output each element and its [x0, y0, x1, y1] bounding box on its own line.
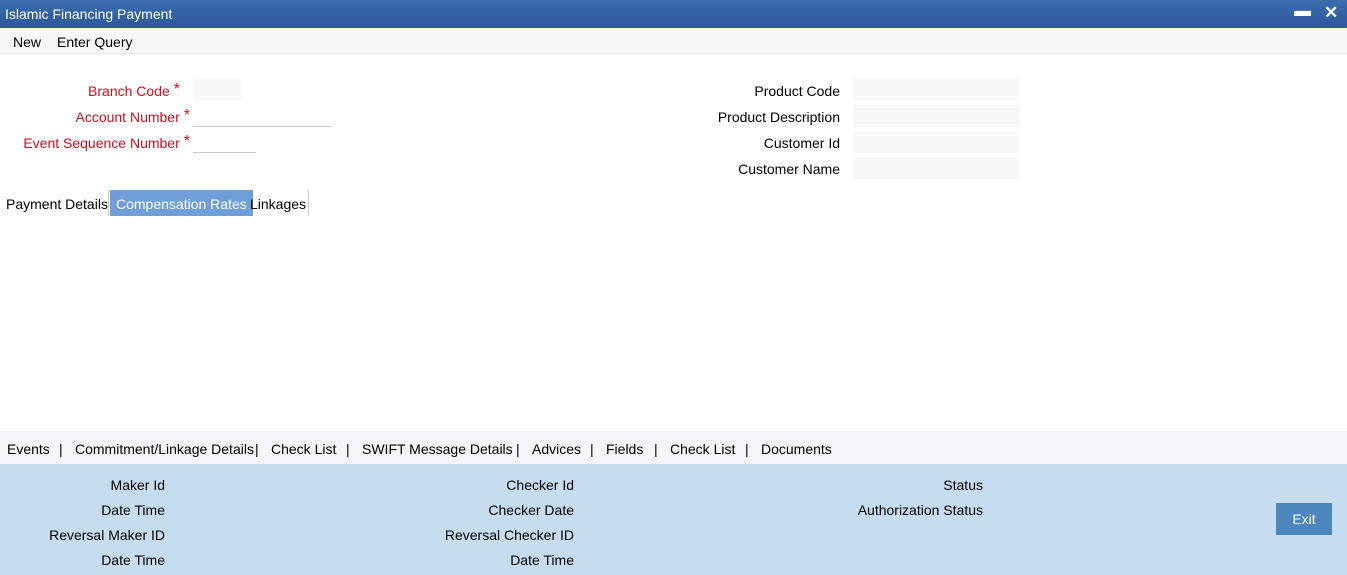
required-marker: * [173, 81, 180, 98]
close-icon[interactable]: ✕ [1324, 3, 1338, 23]
checker-id-label: Checker Id [506, 477, 574, 493]
product-description-label: Product Description [717, 109, 840, 125]
link-separator: | [346, 441, 350, 457]
checker-date-label: Checker Date [488, 502, 574, 518]
link-commitment-linkage-details[interactable]: Commitment/Linkage Details [75, 441, 254, 457]
event-sequence-number-input[interactable] [193, 131, 256, 153]
account-number-input[interactable] [193, 105, 332, 127]
link-fields[interactable]: Fields [606, 441, 643, 457]
reversal-maker-date-time-label: Date Time [101, 552, 165, 568]
link-separator: | [59, 441, 63, 457]
branch-code-label: Branch Code * [88, 81, 180, 99]
product-code-input[interactable] [853, 79, 1020, 101]
branch-code-input[interactable] [193, 79, 241, 101]
account-number-label: Account Number * [75, 107, 190, 125]
reversal-checker-date-time-label: Date Time [510, 552, 574, 568]
window-title: Islamic Financing Payment [5, 6, 173, 22]
required-marker: * [183, 107, 190, 124]
maker-date-time-label: Date Time [101, 502, 165, 518]
tab-linkages[interactable]: Linkages [244, 190, 312, 216]
link-separator: | [255, 441, 259, 457]
minimize-icon[interactable]: ▬ [1294, 1, 1311, 21]
sub-screen-links: Events | Commitment/Linkage Details | Ch… [0, 431, 1347, 464]
tab-separator [308, 190, 309, 216]
authorization-status-label: Authorization Status [857, 502, 983, 518]
link-separator: | [516, 441, 520, 457]
link-advices[interactable]: Advices [532, 441, 581, 457]
customer-id-label: Customer Id [763, 135, 840, 151]
reversal-checker-id-label: Reversal Checker ID [444, 527, 574, 543]
menu-new[interactable]: New [13, 34, 41, 50]
customer-id-input[interactable] [853, 131, 1020, 153]
exit-button[interactable]: Exit [1276, 503, 1332, 535]
product-code-label: Product Code [754, 83, 840, 99]
tab-separator [108, 190, 109, 216]
title-bar: Islamic Financing Payment ▬ ✕ [0, 0, 1347, 28]
link-check-list[interactable]: Check List [271, 441, 336, 457]
link-events[interactable]: Events [7, 441, 50, 457]
link-separator: | [654, 441, 658, 457]
tab-compensation-rates[interactable]: Compensation Rates [110, 190, 253, 216]
reversal-maker-id-label: Reversal Maker ID [49, 527, 165, 543]
link-check-list-2[interactable]: Check List [670, 441, 735, 457]
maker-id-label: Maker Id [110, 477, 165, 493]
product-description-input[interactable] [853, 105, 1020, 127]
required-marker: * [183, 133, 190, 150]
link-swift-message-details[interactable]: SWIFT Message Details [362, 441, 513, 457]
event-sequence-number-label: Event Sequence Number * [23, 133, 190, 151]
audit-footer: Maker Id Date Time Reversal Maker ID Dat… [0, 464, 1347, 575]
tab-payment-details[interactable]: Payment Details [0, 190, 114, 216]
menu-bar: New Enter Query [0, 28, 1347, 54]
link-separator: | [745, 441, 749, 457]
customer-name-input[interactable] [853, 157, 1020, 179]
link-separator: | [590, 441, 594, 457]
status-label: Status [943, 477, 983, 493]
menu-enter-query[interactable]: Enter Query [57, 34, 132, 50]
link-documents[interactable]: Documents [761, 441, 832, 457]
customer-name-label: Customer Name [738, 161, 840, 177]
